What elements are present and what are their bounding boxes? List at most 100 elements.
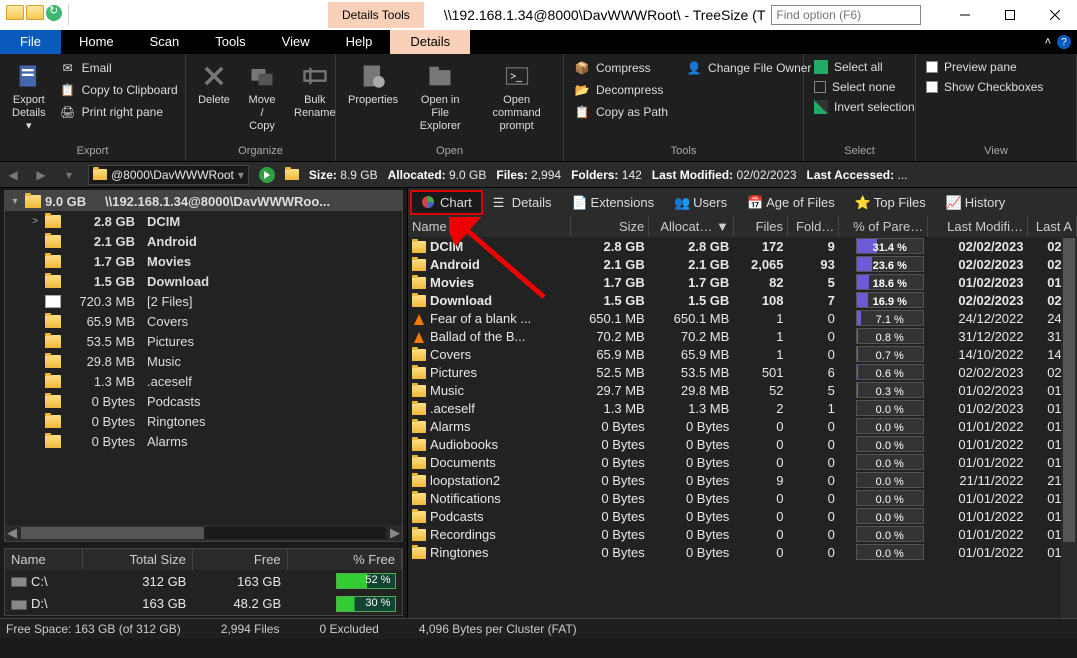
copy-clipboard-button[interactable]: 📋Copy to Clipboard <box>56 80 182 100</box>
viewtab-top[interactable]: ⭐Top Files <box>845 191 936 214</box>
nav-back-button[interactable]: ◀ <box>4 166 22 184</box>
minimize-button[interactable] <box>942 0 987 30</box>
tree-item[interactable]: 0 BytesRingtones <box>5 411 402 431</box>
col-folders[interactable]: Fold… <box>788 216 839 237</box>
invert-selection-button[interactable]: Invert selection <box>810 98 919 116</box>
decompress-button[interactable]: 📂Decompress <box>570 80 672 100</box>
users-icon: 👥 <box>674 195 688 209</box>
table-row[interactable]: Android2.1 GB2.1 GB2,0659323.6 %02/02/20… <box>408 255 1077 273</box>
col-name[interactable]: Name <box>5 549 82 570</box>
path-breadcrumb[interactable]: @8000\DavWWWRoot▾ <box>88 165 249 185</box>
open-command-prompt-button[interactable]: >_Open command prompt <box>476 58 557 136</box>
search-input[interactable] <box>771 5 921 25</box>
select-all-button[interactable]: Select all <box>810 58 919 76</box>
table-row[interactable]: Notifications0 Bytes0 Bytes000.0 %01/01/… <box>408 489 1077 507</box>
table-row[interactable]: Podcasts0 Bytes0 Bytes000.0 %01/01/20220… <box>408 507 1077 525</box>
col-files[interactable]: Files <box>733 216 787 237</box>
table-row[interactable]: Music29.7 MB29.8 MB5250.3 %01/02/202301/… <box>408 381 1077 399</box>
compress-button[interactable]: 📦Compress <box>570 58 672 78</box>
move-copy-button[interactable]: Move / Copy <box>240 58 284 136</box>
table-row[interactable]: .aceself1.3 MB1.3 MB210.0 %01/02/202301/… <box>408 399 1077 417</box>
tree-item[interactable]: 1.7 GBMovies <box>5 251 402 271</box>
folder-icon <box>412 511 426 523</box>
horizontal-scrollbar[interactable]: ◀▶ <box>5 525 402 541</box>
properties-button[interactable]: Properties <box>342 58 404 109</box>
tree-item[interactable]: 0 BytesPodcasts <box>5 391 402 411</box>
delete-button[interactable]: Delete <box>192 58 236 109</box>
open-file-explorer-button[interactable]: Open in File Explorer <box>408 58 472 136</box>
tree-item[interactable]: 65.9 MBCovers <box>5 311 402 331</box>
tree-item[interactable]: 720.3 MB[2 Files] <box>5 291 402 311</box>
viewtab-extensions[interactable]: 📄Extensions <box>562 191 665 214</box>
export-details-button[interactable]: Export Details ▾ <box>6 58 52 136</box>
drive-row[interactable]: C:\312 GB163 GB52 % <box>5 570 402 593</box>
bulk-rename-button[interactable]: Bulk Rename <box>288 58 342 122</box>
change-file-owner-button[interactable]: 👤Change File Owner <box>682 58 815 78</box>
tab-home[interactable]: Home <box>61 30 132 54</box>
help-icon[interactable]: ? <box>1057 35 1071 49</box>
col-free[interactable]: Free <box>192 549 287 570</box>
tree-root[interactable]: ▾ 9.0 GB \\192.168.1.34@8000\DavWWWRoo..… <box>5 191 402 211</box>
table-row[interactable]: loopstation20 Bytes0 Bytes900.0 %21/11/2… <box>408 471 1077 489</box>
col-total[interactable]: Total Size <box>82 549 192 570</box>
col-size[interactable]: Size <box>571 216 649 237</box>
viewtab-users[interactable]: 👥Users <box>664 191 737 214</box>
col-pct-parent[interactable]: % of Pare… <box>839 216 928 237</box>
email-button[interactable]: ✉Email <box>56 58 182 78</box>
viewtab-chart[interactable]: Chart <box>410 190 483 215</box>
refresh-icon[interactable] <box>46 5 62 21</box>
col-allocated[interactable]: Allocat… ▼ <box>649 216 734 237</box>
tree-item[interactable]: 53.5 MBPictures <box>5 331 402 351</box>
table-row[interactable]: Movies1.7 GB1.7 GB82518.6 %01/02/202301/… <box>408 273 1077 291</box>
table-row[interactable]: Recordings0 Bytes0 Bytes000.0 %01/01/202… <box>408 525 1077 543</box>
table-row[interactable]: Pictures52.5 MB53.5 MB50160.6 %02/02/202… <box>408 363 1077 381</box>
table-row[interactable]: DCIM2.8 GB2.8 GB172931.4 %02/02/202302/0 <box>408 237 1077 255</box>
table-row[interactable]: Ballad of the B...70.2 MB70.2 MB100.8 %3… <box>408 327 1077 345</box>
file-menu[interactable]: File <box>0 30 61 54</box>
tab-view[interactable]: View <box>264 30 328 54</box>
details-grid[interactable]: Name Size Allocat… ▼ Files Fold… % of Pa… <box>408 216 1077 618</box>
col-last-modified[interactable]: Last Modifi… <box>928 216 1028 237</box>
col-name[interactable]: Name <box>408 216 571 237</box>
tab-scan[interactable]: Scan <box>132 30 198 54</box>
drive-row[interactable]: D:\163 GB48.2 GB30 % <box>5 592 402 615</box>
find-option-search[interactable] <box>771 5 921 25</box>
viewtab-history[interactable]: 📈History <box>936 191 1015 214</box>
table-row[interactable]: Audiobooks0 Bytes0 Bytes000.0 %01/01/202… <box>408 435 1077 453</box>
tree-item[interactable]: >2.8 GBDCIM <box>5 211 402 231</box>
col-pctfree[interactable]: % Free <box>287 549 401 570</box>
scan-button[interactable] <box>259 167 275 183</box>
tree-item[interactable]: 29.8 MBMusic <box>5 351 402 371</box>
tab-details[interactable]: Details <box>390 30 470 54</box>
print-right-pane-button[interactable]: 🖨Print right pane <box>56 102 182 122</box>
copy-as-path-button[interactable]: 📋Copy as Path <box>570 102 672 122</box>
table-row[interactable]: Fear of a blank ...650.1 MB650.1 MB107.1… <box>408 309 1077 327</box>
tree-item[interactable]: 1.3 MB.aceself <box>5 371 402 391</box>
vertical-scrollbar[interactable] <box>1061 238 1077 618</box>
svg-text:>_: >_ <box>510 71 522 83</box>
viewtab-age[interactable]: 📅Age of Files <box>737 191 845 214</box>
tree-item[interactable]: 0 BytesAlarms <box>5 431 402 451</box>
close-button[interactable] <box>1032 0 1077 30</box>
tree-item[interactable]: 1.5 GBDownload <box>5 271 402 291</box>
viewtab-details[interactable]: ☰Details <box>483 191 562 214</box>
table-row[interactable]: Download1.5 GB1.5 GB108716.9 %02/02/2023… <box>408 291 1077 309</box>
maximize-button[interactable] <box>987 0 1032 30</box>
preview-pane-checkbox[interactable]: Preview pane <box>922 58 1047 76</box>
directory-tree[interactable]: ▾ 9.0 GB \\192.168.1.34@8000\DavWWWRoo..… <box>4 190 403 542</box>
show-checkboxes-checkbox[interactable]: Show Checkboxes <box>922 78 1047 96</box>
folder-icon[interactable] <box>6 5 24 20</box>
nav-forward-button[interactable]: ▶ <box>32 166 50 184</box>
table-row[interactable]: Alarms0 Bytes0 Bytes000.0 %01/01/202201/… <box>408 417 1077 435</box>
folder-open-icon[interactable] <box>26 5 44 20</box>
tab-tools[interactable]: Tools <box>197 30 263 54</box>
table-row[interactable]: Documents0 Bytes0 Bytes000.0 %01/01/2022… <box>408 453 1077 471</box>
table-row[interactable]: Ringtones0 Bytes0 Bytes000.0 %01/01/2022… <box>408 543 1077 561</box>
nav-history-button[interactable]: ▾ <box>60 166 78 184</box>
chevron-up-icon[interactable]: ˄ <box>1045 36 1051 48</box>
col-last-accessed[interactable]: Last A <box>1028 216 1077 237</box>
tree-item[interactable]: 2.1 GBAndroid <box>5 231 402 251</box>
select-none-button[interactable]: Select none <box>810 78 919 96</box>
table-row[interactable]: Covers65.9 MB65.9 MB100.7 %14/10/202214/… <box>408 345 1077 363</box>
tab-help[interactable]: Help <box>328 30 391 54</box>
